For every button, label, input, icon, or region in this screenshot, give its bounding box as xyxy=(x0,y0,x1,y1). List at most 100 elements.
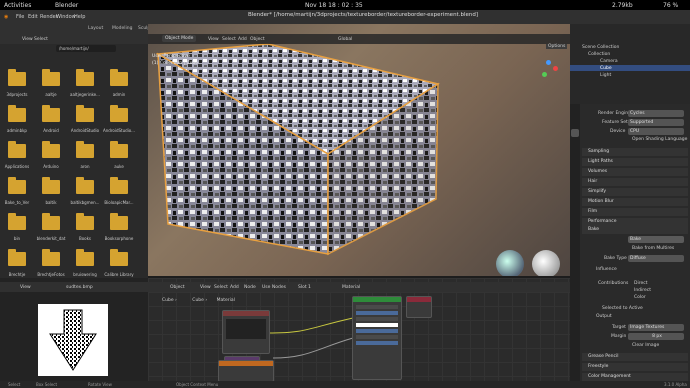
activities-button[interactable]: Activities xyxy=(4,2,31,9)
folder-icon[interactable] xyxy=(110,69,128,86)
folder-icon[interactable] xyxy=(8,105,26,122)
folder-icon[interactable] xyxy=(8,141,26,158)
folder-icon[interactable] xyxy=(8,69,26,86)
folder-label[interactable]: Books xyxy=(68,236,102,241)
navigation-gizmo[interactable] xyxy=(540,60,560,80)
texture-node[interactable] xyxy=(222,310,270,354)
folder-label[interactable]: Applications xyxy=(0,164,34,169)
indirect-checkbox[interactable]: Indirect xyxy=(634,288,651,293)
panel-light-paths[interactable]: Light Paths xyxy=(582,158,688,166)
panel-volumes[interactable]: Volumes xyxy=(582,168,688,176)
folder-icon[interactable] xyxy=(76,105,94,122)
blender-logo-icon[interactable]: ◉ xyxy=(4,14,8,20)
folder-icon[interactable] xyxy=(8,177,26,194)
folder-label[interactable]: 3dprojects xyxy=(0,92,34,97)
folder-icon[interactable] xyxy=(42,177,60,194)
grease-pencil-panel[interactable]: Grease Pencil xyxy=(582,353,688,361)
folder-label[interactable]: aaltjegerinke... xyxy=(68,92,102,97)
folder-label[interactable]: admin xyxy=(102,92,136,97)
render-properties-tab-icon[interactable] xyxy=(571,129,579,137)
fb-path-field[interactable]: /home/martijn/ xyxy=(56,45,116,52)
folder-icon[interactable] xyxy=(42,69,60,86)
menu-help[interactable]: Help xyxy=(74,14,85,20)
color-checkbox[interactable]: Color xyxy=(634,295,646,300)
folder-icon[interactable] xyxy=(8,249,26,266)
material-output-node[interactable] xyxy=(406,296,432,318)
margin-field[interactable]: 8 px xyxy=(628,333,684,340)
folder-icon[interactable] xyxy=(76,177,94,194)
folder-label[interactable]: baltik xyxy=(34,200,68,205)
folder-icon[interactable] xyxy=(76,213,94,230)
folder-icon[interactable] xyxy=(42,105,60,122)
panel-performance[interactable]: Performance xyxy=(582,218,688,226)
folder-label[interactable]: BioloapicMar... xyxy=(102,200,136,205)
folder-label[interactable]: BrechtjeFotos xyxy=(34,272,68,277)
target-dropdown[interactable]: Image Textures xyxy=(628,324,684,331)
folder-label[interactable]: Android xyxy=(34,128,68,133)
folder-icon[interactable] xyxy=(110,141,128,158)
outliner-scene-collection[interactable]: Scene Collection xyxy=(582,45,619,50)
osl-checkbox[interactable]: Open Shading Language xyxy=(632,137,687,142)
folder-label[interactable]: Calibre Library xyxy=(102,272,136,277)
app-menu[interactable]: Blender xyxy=(55,2,78,9)
vp-menu-add[interactable]: Add xyxy=(238,37,247,42)
panel-motion-blur[interactable]: Motion Blur xyxy=(582,198,688,206)
folder-label[interactable]: bruiswering xyxy=(68,272,102,277)
gizmo-x-icon[interactable] xyxy=(553,66,558,71)
vp-menu-object[interactable]: Object xyxy=(250,37,265,42)
bake-multires-checkbox[interactable]: Bake from Multires xyxy=(632,246,674,251)
folder-icon[interactable] xyxy=(110,177,128,194)
bsdf-field[interactable] xyxy=(356,317,398,321)
folder-icon[interactable] xyxy=(110,213,128,230)
bsdf-field[interactable] xyxy=(356,323,398,327)
object-mode-dropdown[interactable]: Object Mode xyxy=(162,35,197,42)
bake-panel-header[interactable]: Bake xyxy=(582,226,688,234)
folder-label[interactable]: blenderkit_dat xyxy=(34,236,68,241)
folder-icon[interactable] xyxy=(76,249,94,266)
folder-icon[interactable] xyxy=(110,249,128,266)
bake-type-dropdown[interactable]: Diffuse xyxy=(628,255,684,262)
fb-menu-select[interactable]: Select xyxy=(34,37,48,42)
menu-file[interactable]: File xyxy=(16,14,24,20)
principled-bsdf-node[interactable] xyxy=(352,296,402,380)
panel-film[interactable]: Film xyxy=(582,208,688,216)
direct-checkbox[interactable]: Direct xyxy=(634,281,647,286)
folder-icon[interactable] xyxy=(42,249,60,266)
bsdf-field[interactable] xyxy=(356,305,398,309)
tab-layout[interactable]: Layout xyxy=(88,26,103,31)
vp-menu-view[interactable]: View xyxy=(208,37,219,42)
folder-label[interactable]: aron xyxy=(68,164,102,169)
folder-icon[interactable] xyxy=(8,213,26,230)
folder-label[interactable]: AndroidStudio xyxy=(68,128,102,133)
3d-viewport[interactable] xyxy=(148,24,570,276)
folder-icon[interactable] xyxy=(110,105,128,122)
folder-label[interactable]: aaltje xyxy=(34,92,68,97)
render-engine-dropdown[interactable]: Cycles xyxy=(628,110,684,117)
folder-label[interactable]: Booksorphone xyxy=(102,236,136,241)
color-management-panel[interactable]: Color Management xyxy=(582,373,688,381)
options-dropdown[interactable]: Options xyxy=(546,44,568,49)
bsdf-field[interactable] xyxy=(356,335,398,339)
folder-icon[interactable] xyxy=(76,141,94,158)
influence-subpanel[interactable]: Influence xyxy=(596,267,617,272)
image-texture-node[interactable] xyxy=(218,360,274,382)
folder-label[interactable]: adminbkp xyxy=(0,128,34,133)
outliner-item-cube[interactable]: Cube xyxy=(600,66,612,71)
outliner-item-light[interactable]: Light xyxy=(600,73,611,78)
folder-label[interactable]: Bake_to_Ver xyxy=(0,200,34,205)
gizmo-z-icon[interactable] xyxy=(546,60,551,65)
clock[interactable]: Nov 18 18 : 02 : 35 xyxy=(305,2,363,9)
panel-simplify[interactable]: Simplify xyxy=(582,188,688,196)
device-dropdown[interactable]: CPU xyxy=(628,128,684,135)
output-subpanel[interactable]: Output xyxy=(596,314,612,319)
image-name-field[interactable]: sudtex.bmp xyxy=(66,285,93,290)
bsdf-field[interactable] xyxy=(356,341,398,345)
cube-mesh[interactable] xyxy=(148,24,570,276)
clear-image-checkbox[interactable]: Clear Image xyxy=(632,343,659,348)
folder-label[interactable]: auke xyxy=(102,164,136,169)
selected-to-active-subpanel[interactable]: Selected to Active xyxy=(602,306,643,311)
freestyle-panel[interactable]: Freestyle xyxy=(582,363,688,371)
folder-icon[interactable] xyxy=(76,69,94,86)
panel-hair[interactable]: Hair xyxy=(582,178,688,186)
folder-icon[interactable] xyxy=(42,213,60,230)
